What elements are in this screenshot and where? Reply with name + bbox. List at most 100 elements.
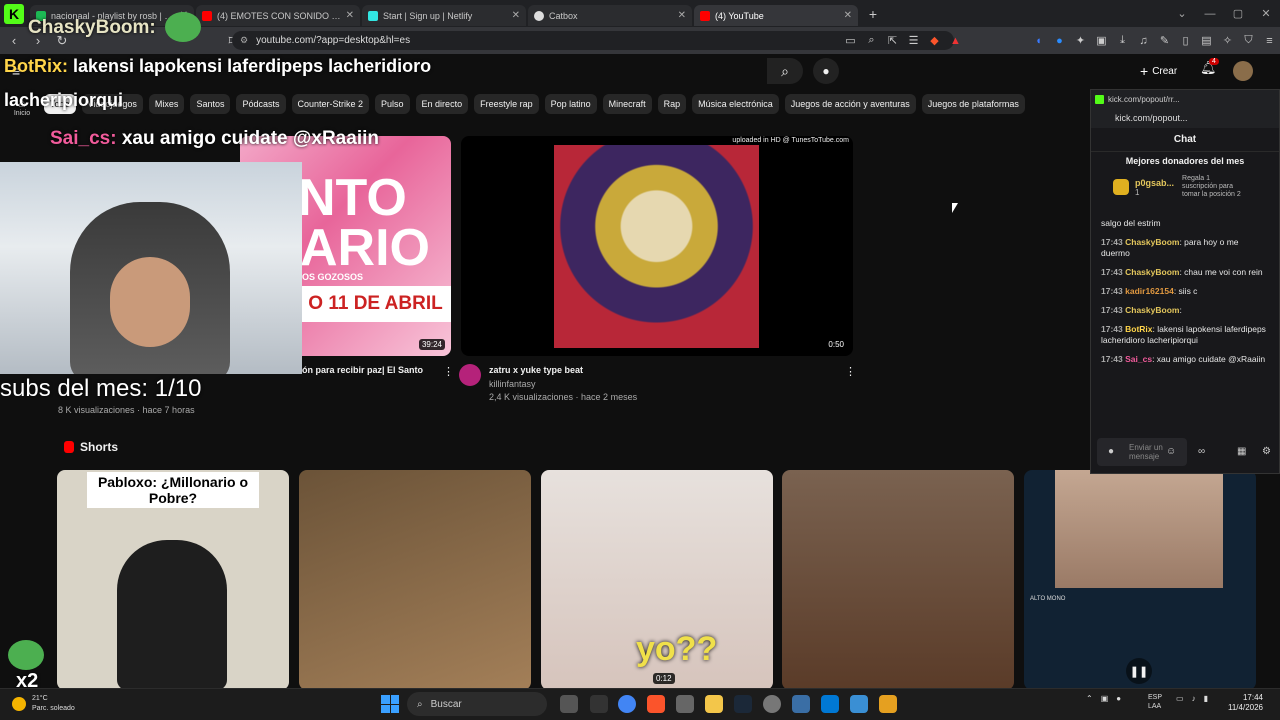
clock[interactable]: 17:44 11/4/2026	[1228, 693, 1263, 713]
chip[interactable]: Pop latino	[544, 94, 597, 114]
kick-url-bar[interactable]: kick.com/popout...	[1091, 108, 1279, 128]
chip[interactable]: En directo	[415, 94, 469, 114]
tray-icon[interactable]: ▣	[1101, 694, 1109, 703]
chip[interactable]: Pódcasts	[236, 94, 286, 114]
kick-app-icon[interactable]: K	[4, 3, 24, 24]
channel-name[interactable]: killinfantasy	[489, 379, 536, 389]
back-button[interactable]: ‹	[4, 31, 24, 51]
vscode-icon[interactable]	[821, 695, 839, 713]
new-tab-button[interactable]: +	[864, 5, 882, 23]
screenshot-icon[interactable]: ▣	[1091, 31, 1112, 50]
chip[interactable]: Rap	[657, 94, 687, 114]
windows-taskbar	[0, 688, 1280, 720]
battery-icon[interactable]: ▮	[1204, 694, 1208, 703]
overlay-chat-line: lacheripiorqui	[4, 90, 124, 110]
microphone-icon[interactable]: ●	[1108, 446, 1114, 457]
puzzle-icon[interactable]: ✦	[1070, 31, 1091, 50]
gift-icon[interactable]: ▦	[1237, 446, 1246, 457]
more-options-icon[interactable]: ⋮	[443, 365, 454, 378]
store-icon[interactable]	[676, 695, 694, 713]
download-icon[interactable]: ⤓	[1112, 31, 1133, 50]
volume-icon[interactable]: ♪	[1192, 694, 1196, 703]
channel-avatar[interactable]	[459, 364, 481, 386]
video-title[interactable]: ón para recibir paz| El Santo	[302, 365, 423, 375]
chevron-up-icon[interactable]: ⌃	[1086, 694, 1093, 703]
close-window-button[interactable]: ✕	[1252, 0, 1280, 27]
menu-icon[interactable]: ≡	[1259, 31, 1280, 50]
ai-icon[interactable]: ✧	[1217, 31, 1238, 50]
chat-message: 17:43 Sai_cs: xau amigo cuidate @xRaaiin	[1101, 354, 1266, 364]
vpn-icon[interactable]: ⛉	[1238, 31, 1259, 50]
windows-start-icon[interactable]	[381, 695, 399, 713]
brave-shield-icon[interactable]: ◆	[924, 31, 945, 50]
tab-emotes[interactable]: (4) EMOTES CON SONIDO (TUTORIAL✕	[196, 5, 360, 26]
wallet-icon[interactable]: ▤	[1196, 31, 1217, 50]
minimize-button[interactable]: —	[1196, 0, 1224, 27]
tab-youtube[interactable]: (4) YouTube ✕	[694, 5, 858, 26]
app-icon[interactable]	[763, 695, 781, 713]
extension-icon[interactable]: ●	[1049, 31, 1070, 50]
language-indicator[interactable]: ESP LAA	[1148, 693, 1162, 711]
short-card[interactable]	[782, 470, 1014, 690]
close-icon[interactable]: ✕	[678, 10, 686, 21]
music-icon[interactable]: ♫	[1133, 31, 1154, 50]
voice-search-button[interactable]: ●	[813, 58, 839, 84]
edit-icon[interactable]: ✎	[1154, 31, 1175, 50]
chevron-down-icon[interactable]: ⌄	[1168, 0, 1196, 27]
chat-message: 17:43 ChaskyBoom: chau me voi con rein	[1101, 267, 1263, 277]
video-title[interactable]: zatru x yuke type beat	[489, 365, 583, 375]
search-button[interactable]: ⌕	[767, 58, 803, 84]
sidebar-icon[interactable]: ▯	[1175, 31, 1196, 50]
kick-chat-popup: kick.com/popout/rr... kick.com/popout...…	[1090, 89, 1280, 474]
chip[interactable]: Minecraft	[602, 94, 652, 114]
chip[interactable]: Santos	[190, 94, 231, 114]
pause-button[interactable]: ❚❚	[1126, 658, 1152, 684]
extension-icon[interactable]: ◖	[1028, 31, 1049, 50]
microphone-icon: ●	[822, 64, 830, 78]
tab-catbox[interactable]: Catbox ✕	[528, 5, 692, 26]
file-explorer-icon[interactable]	[705, 695, 723, 713]
close-icon[interactable]: ✕	[512, 10, 520, 21]
chip[interactable]: Juegos de acción y aventuras	[784, 94, 916, 114]
brave-rewards-icon[interactable]: ▲	[945, 31, 966, 50]
short-card[interactable]: yo?? 0:12	[541, 470, 773, 690]
share-icon[interactable]: ⇱	[882, 31, 903, 50]
close-icon[interactable]: ✕	[346, 10, 354, 21]
app-icon[interactable]	[879, 695, 897, 713]
chip[interactable]: Counter-Strike 2	[291, 94, 370, 114]
notepad-icon[interactable]	[850, 695, 868, 713]
user-avatar[interactable]	[1233, 61, 1253, 81]
more-options-icon[interactable]: ⋮	[845, 365, 856, 378]
weather-widget[interactable]: 21°C Parc. soleado	[32, 694, 75, 714]
settings-icon[interactable]: ⚙	[1262, 446, 1271, 457]
video-thumbnail[interactable]: uploaded in HD @ TunesToTube.com 0:50	[461, 136, 853, 356]
reader-icon[interactable]: ☰	[903, 31, 924, 50]
emote-icon[interactable]: ☺	[1166, 446, 1176, 457]
steam-icon[interactable]	[734, 695, 752, 713]
loop-icon[interactable]: ∞	[1198, 446, 1205, 457]
chip[interactable]: Juegos de plataformas	[921, 94, 1025, 114]
tab-netlify[interactable]: Start | Sign up | Netlify ✕	[362, 5, 526, 26]
brave-icon[interactable]	[647, 695, 665, 713]
taskbar-search[interactable]: ⌕ Buscar	[407, 692, 547, 716]
chip[interactable]: Mixes	[148, 94, 185, 114]
task-view-icon[interactable]	[560, 695, 578, 713]
zoom-icon[interactable]: ⌕	[861, 31, 882, 50]
network-icon[interactable]: ▭	[1176, 694, 1184, 703]
microphone-icon[interactable]: ●	[1116, 694, 1121, 703]
app-icon[interactable]	[590, 695, 608, 713]
close-icon[interactable]: ✕	[844, 10, 852, 21]
create-button[interactable]: + Crear	[1140, 60, 1177, 82]
app-icon[interactable]	[792, 695, 810, 713]
pepe-emote-icon	[165, 12, 201, 42]
overlay-chat-user: ChaskyBoom:	[28, 17, 156, 38]
short-card[interactable]	[299, 470, 531, 690]
maximize-button[interactable]: ▢	[1224, 0, 1252, 27]
chip[interactable]: Freestyle rap	[474, 94, 539, 114]
cast-icon[interactable]: ▭	[840, 31, 861, 50]
chrome-icon[interactable]	[618, 695, 636, 713]
site-info-icon[interactable]: ⚙	[240, 35, 248, 46]
short-card[interactable]: Pabloxo: ¿Millonario o Pobre?	[57, 470, 289, 690]
chip[interactable]: Pulso	[375, 94, 410, 114]
chip[interactable]: Música electrónica	[692, 94, 779, 114]
